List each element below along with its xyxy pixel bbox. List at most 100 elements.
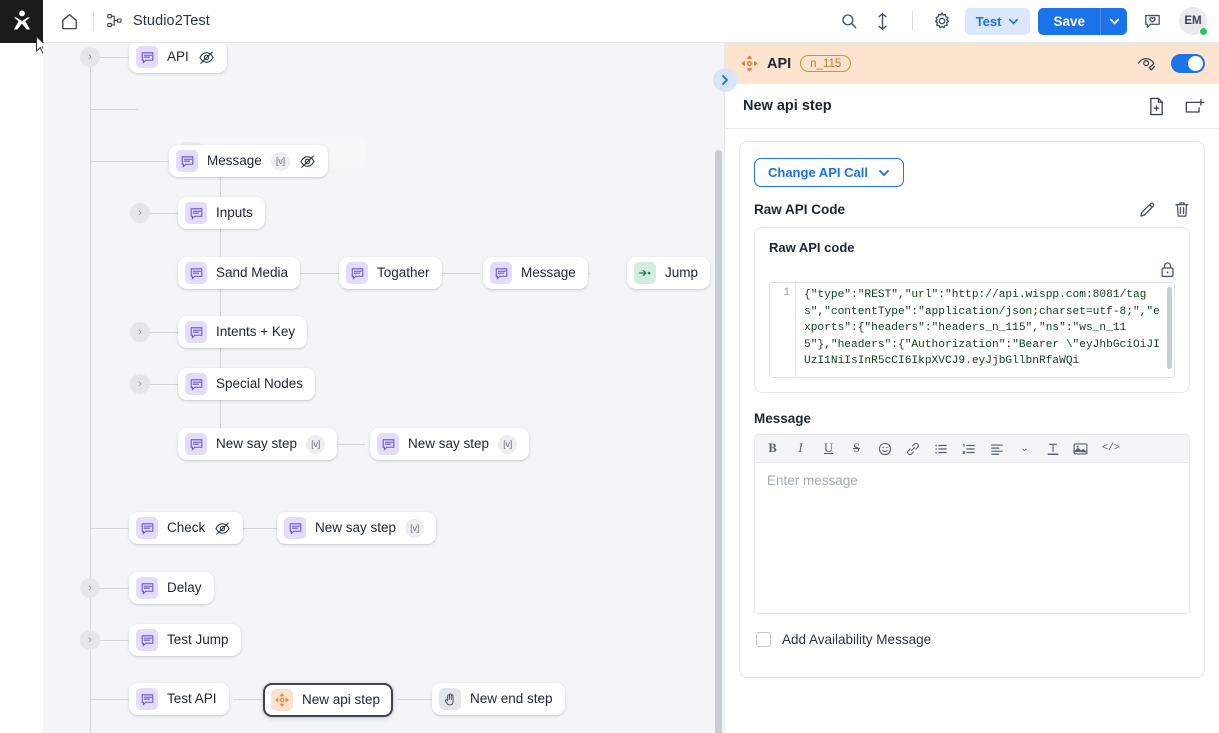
enable-step-toggle[interactable] <box>1171 54 1205 73</box>
flow-node-inputs[interactable]: Inputs <box>178 197 265 229</box>
align-caret-icon[interactable]: ⌄ <box>1016 440 1033 457</box>
message-node-icon <box>136 46 158 68</box>
move-node-icon[interactable] <box>741 55 758 72</box>
message-node-icon <box>185 433 207 455</box>
flow-node-label: Test Jump <box>167 632 229 648</box>
expand-toggle[interactable]: › <box>80 578 100 598</box>
numbered-list-icon[interactable] <box>960 440 977 457</box>
flow-node-label: New api step <box>302 692 381 708</box>
availability-checkbox[interactable] <box>756 632 771 647</box>
eye-off-icon[interactable] <box>299 153 316 170</box>
eye-check-icon[interactable] <box>1137 55 1157 73</box>
jump-node-icon <box>634 262 656 284</box>
trash-icon[interactable] <box>1174 201 1190 218</box>
file-plus-icon[interactable] <box>1148 97 1165 116</box>
expand-toggle[interactable]: › <box>130 322 150 342</box>
version-badge: [v] <box>306 434 326 454</box>
top-bar-actions: Test Save EM <box>832 4 1219 38</box>
flow-node-togather[interactable]: Togather <box>339 257 442 289</box>
gear-icon[interactable] <box>925 4 959 38</box>
underline-icon[interactable]: U <box>820 440 837 457</box>
message-input[interactable]: Enter message <box>755 463 1189 613</box>
window-plus-icon[interactable] <box>1185 98 1205 115</box>
save-options-button[interactable] <box>1100 7 1127 35</box>
flow-node-new-say-step-2[interactable]: New say step [v] <box>370 428 530 460</box>
search-icon[interactable] <box>832 4 866 38</box>
clear-format-icon[interactable] <box>1044 440 1061 457</box>
flow-node-check[interactable]: Check <box>129 512 244 544</box>
home-icon[interactable] <box>57 9 81 33</box>
eye-off-icon[interactable] <box>214 520 231 537</box>
expand-toggle[interactable]: › <box>130 203 150 223</box>
flow-node-api[interactable]: API <box>129 43 227 73</box>
chevron-down-icon <box>1009 18 1019 25</box>
flow-node-message-2[interactable]: Message <box>483 257 588 289</box>
image-icon[interactable] <box>1072 440 1089 457</box>
flow-node-jump[interactable]: Jump <box>627 257 711 289</box>
step-name[interactable]: New api step <box>743 98 832 114</box>
bold-icon[interactable]: B <box>764 440 781 457</box>
flow-node-label: New say step <box>408 436 490 452</box>
emoji-icon[interactable] <box>876 440 893 457</box>
flow-node-label: Jump <box>665 265 699 281</box>
save-button[interactable]: Save <box>1038 7 1100 35</box>
panel-collapse-button[interactable] <box>713 68 737 92</box>
link-icon[interactable] <box>904 440 921 457</box>
breadcrumb[interactable]: Studio2Test <box>133 13 210 29</box>
raw-api-code-subtitle: Raw API code <box>769 240 855 255</box>
flow-node-sand-media[interactable]: Sand Media <box>178 257 301 289</box>
flow-node-test-api[interactable]: Test API <box>129 683 229 715</box>
flow-node-new-say-step[interactable]: New say step [v] <box>178 428 338 460</box>
eye-off-icon[interactable] <box>198 49 215 66</box>
message-editor[interactable]: B I U S ⌄ </> Enter message <box>754 434 1190 614</box>
message-node-icon <box>185 202 207 224</box>
bullet-list-icon[interactable] <box>932 440 949 457</box>
panel-sub-actions <box>1148 97 1205 116</box>
flow-node-test-jump[interactable]: Test Jump <box>129 624 241 656</box>
flow-node-label: Message <box>521 265 576 281</box>
code-scrollbar[interactable] <box>1167 287 1172 369</box>
step-details-panel: API n_115 New api step Change API Call R… <box>724 43 1219 733</box>
availability-message-row[interactable]: Add Availability Message <box>754 632 1190 661</box>
message-node-icon <box>377 433 399 455</box>
pencil-icon[interactable] <box>1139 201 1156 218</box>
italic-icon[interactable]: I <box>792 440 809 457</box>
panel-header-actions <box>1137 54 1205 73</box>
panel-title: API <box>767 55 792 72</box>
message-node-icon <box>185 262 207 284</box>
chevron-down-icon <box>878 169 889 176</box>
message-node-icon <box>176 150 198 172</box>
flow-node-label: Message <box>207 153 262 169</box>
flow-node-delay[interactable]: Delay <box>129 572 214 604</box>
expand-toggle[interactable]: › <box>80 630 100 650</box>
align-icon[interactable] <box>988 440 1005 457</box>
message-node-icon <box>136 688 158 710</box>
flow-node-new-say-step-3[interactable]: New say step [v] <box>277 512 437 544</box>
change-api-call-button[interactable]: Change API Call <box>754 158 904 187</box>
raw-api-code-editor[interactable]: 1 {"type":"REST","url":"http://api.wispp… <box>769 282 1175 378</box>
chevron-right-icon <box>722 75 728 85</box>
code-content[interactable]: {"type":"REST","url":"http://api.wispp.c… <box>796 283 1174 377</box>
code-icon[interactable]: </> <box>1100 440 1122 457</box>
lock-icon[interactable] <box>1160 261 1175 278</box>
feedback-icon[interactable] <box>1135 4 1169 38</box>
avatar-initials: EM <box>1184 15 1202 27</box>
panel-subheader: New api step <box>725 84 1219 129</box>
version-badge: [v] <box>405 518 425 538</box>
avatar[interactable]: EM <box>1179 7 1208 36</box>
flow-node-message[interactable]: Message [v] <box>169 145 328 177</box>
canvas-scrollbar[interactable] <box>715 150 722 733</box>
flow-node-new-end-step[interactable]: New end step <box>432 683 565 715</box>
flow-node-intents-key[interactable]: Intents + Key <box>178 316 308 348</box>
flow-canvas[interactable]: › › › › › › API Message [v] Inputs Sand … <box>43 43 724 733</box>
flow-node-new-api-step[interactable]: New api step <box>263 683 394 717</box>
vertical-resize-icon[interactable] <box>866 4 900 38</box>
expand-toggle[interactable]: › <box>80 47 100 67</box>
expand-toggle[interactable]: › <box>130 374 150 394</box>
raw-api-code-actions <box>1139 201 1190 218</box>
flow-node-special-nodes[interactable]: Special Nodes <box>178 368 316 400</box>
toggle-knob <box>1188 56 1203 71</box>
test-button[interactable]: Test <box>964 7 1031 35</box>
strikethrough-icon[interactable]: S <box>848 440 865 457</box>
version-badge: [v] <box>498 434 518 454</box>
